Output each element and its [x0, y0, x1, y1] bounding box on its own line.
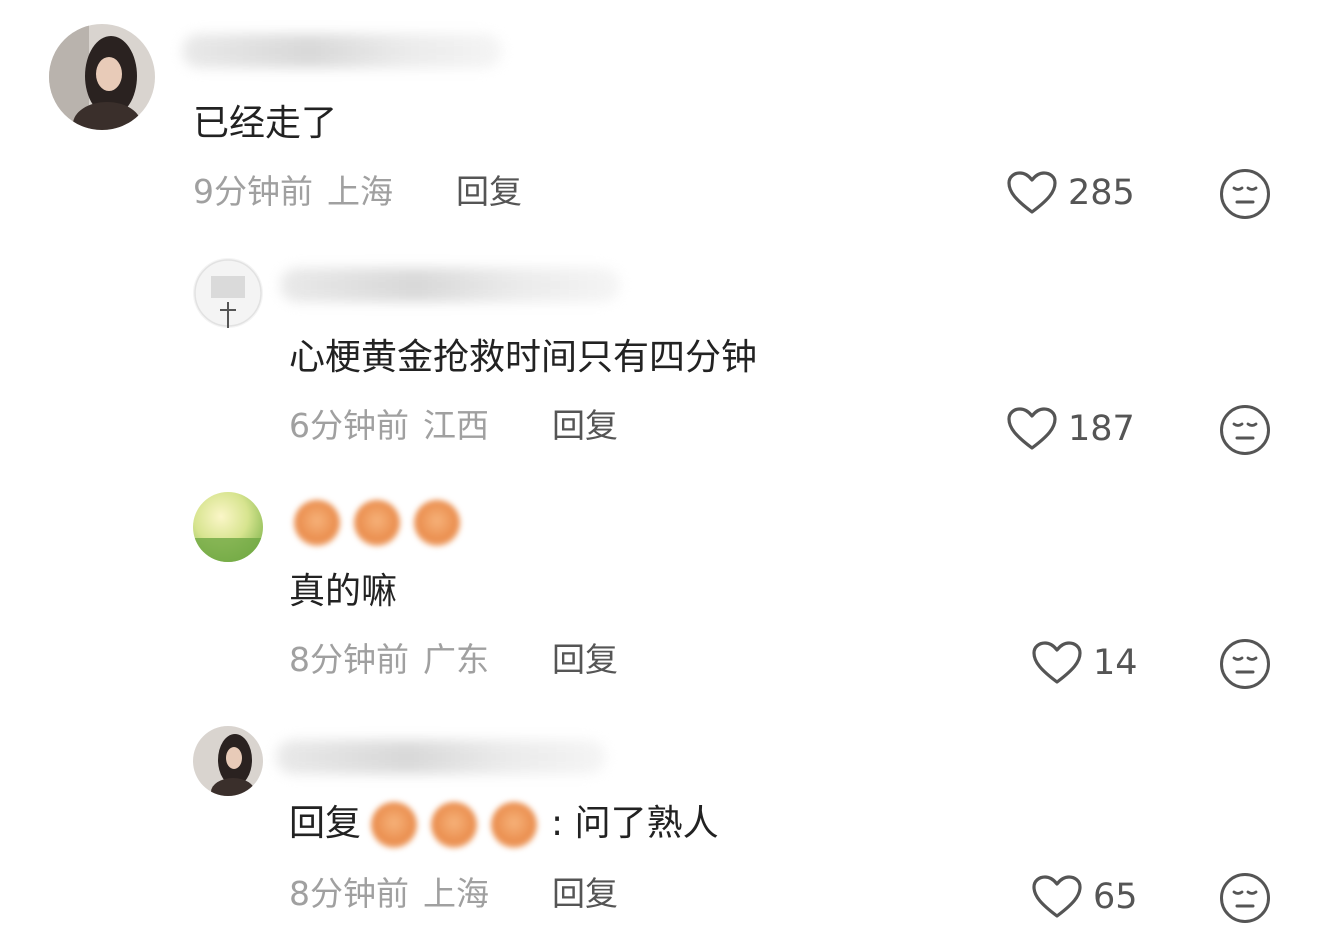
heart-outline-icon — [1032, 875, 1082, 918]
comment-time: 6分钟前 — [289, 406, 409, 445]
username-blurred[interactable] — [276, 740, 606, 774]
like-count: 187 — [1068, 409, 1135, 449]
avatar[interactable] — [193, 726, 263, 796]
comment-location: 江西 — [423, 406, 489, 445]
comment-text: 心梗黄金抢救时间只有四分钟 — [289, 337, 758, 378]
neutral-face-icon[interactable] — [1219, 404, 1271, 456]
comment-item: 真的嘛 8分钟前 广东 回复 14 — [0, 470, 1320, 710]
avatar[interactable] — [193, 258, 263, 328]
heart-outline-icon — [1032, 641, 1082, 684]
burger-emoji-icon — [414, 500, 460, 546]
like-button[interactable]: 187 — [1006, 406, 1135, 452]
like-button[interactable]: 285 — [1006, 170, 1135, 216]
like-count: 285 — [1068, 173, 1135, 213]
comment-text: 已经走了 — [193, 103, 338, 144]
burger-emoji-icon — [491, 802, 538, 848]
comment-meta: 9分钟前 上海 — [193, 170, 393, 214]
burger-emoji-icon — [294, 500, 340, 546]
reply-prefix: 回复 — [289, 803, 362, 844]
reply-button[interactable]: 回复 — [552, 638, 618, 682]
comment-time: 8分钟前 — [289, 874, 409, 913]
comment-meta: 6分钟前 江西 — [289, 404, 489, 448]
comment-location: 广东 — [423, 640, 489, 679]
comment-item: 心梗黄金抢救时间只有四分钟 6分钟前 江西 回复 187 — [0, 240, 1320, 470]
username-blurred[interactable] — [294, 500, 474, 546]
comment-meta: 8分钟前 广东 — [289, 638, 489, 682]
comment-location: 上海 — [327, 172, 393, 211]
burger-emoji-icon — [431, 802, 478, 848]
reply-button[interactable]: 回复 — [456, 170, 522, 214]
neutral-face-icon[interactable] — [1219, 168, 1271, 220]
burger-emoji-icon — [371, 802, 418, 848]
comment-text: 真的嘛 — [289, 571, 398, 612]
comment-time: 9分钟前 — [193, 172, 313, 211]
avatar[interactable] — [193, 492, 263, 562]
comment-time: 8分钟前 — [289, 640, 409, 679]
comment-item: 回复 : 问了熟人 8分钟前 上海 回复 65 — [0, 710, 1320, 947]
like-button[interactable]: 65 — [1031, 874, 1138, 920]
comment-meta: 8分钟前 上海 — [289, 872, 489, 916]
neutral-face-icon[interactable] — [1219, 872, 1271, 924]
comment-item: 已经走了 9分钟前 上海 回复 285 — [0, 0, 1320, 240]
mentioned-user-blurred[interactable] — [371, 802, 551, 848]
avatar[interactable] — [49, 24, 155, 130]
like-count: 14 — [1093, 643, 1138, 683]
like-count: 65 — [1093, 877, 1138, 917]
like-button[interactable]: 14 — [1031, 640, 1138, 686]
burger-emoji-icon — [354, 500, 400, 546]
reply-button[interactable]: 回复 — [552, 404, 618, 448]
neutral-face-icon[interactable] — [1219, 638, 1271, 690]
username-blurred[interactable] — [280, 268, 620, 302]
username-blurred[interactable] — [182, 34, 502, 68]
comment-text-row: 回复 : 问了熟人 — [289, 802, 719, 848]
comment-text: : 问了熟人 — [551, 803, 719, 844]
heart-outline-icon — [1007, 171, 1057, 214]
heart-outline-icon — [1007, 407, 1057, 450]
comment-location: 上海 — [423, 874, 489, 913]
reply-button[interactable]: 回复 — [552, 872, 618, 916]
